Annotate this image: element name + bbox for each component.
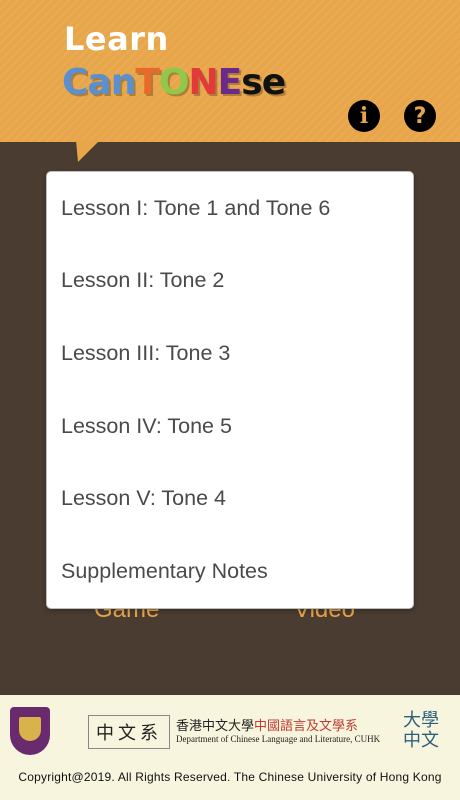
brand-letter: T (135, 62, 160, 103)
app-header: Learn CanTONEse i ? (0, 0, 460, 142)
dept-name-cn-red: 中國語言及文學系 (254, 719, 359, 734)
dept-seal-text: 中文系 (88, 715, 170, 749)
help-icon[interactable]: ? (404, 100, 436, 132)
dept-name-chinese: 香港中文大學中國語言及文學系 (176, 715, 358, 734)
brand-letter: n (110, 62, 137, 103)
brand-letter: E (217, 62, 243, 103)
right-logo-top: 大學 (403, 710, 439, 731)
brand-letter: C (62, 62, 88, 103)
menu-item-lesson-1[interactable]: Lesson I: Tone 1 and Tone 6 (47, 172, 413, 245)
footer: 中文系 香港中文大學中國語言及文學系 Department of Chinese… (0, 695, 460, 800)
menu-item-lesson-5[interactable]: Lesson V: Tone 4 (47, 462, 413, 535)
learn-title: Learn (64, 20, 169, 58)
university-chinese-logo: 大學 中文 (400, 711, 442, 755)
brand-letter: s (241, 62, 262, 103)
right-logo-bottom: 中文 (403, 730, 439, 751)
dept-name-english: Department of Chinese Language and Liter… (176, 734, 381, 744)
speech-bubble-tail (67, 140, 101, 162)
brand-letter: a (87, 62, 111, 103)
department-logo: 中文系 香港中文大學中國語言及文學系 Department of Chinese… (88, 715, 388, 749)
cantonese-logo: CanTONEse (62, 62, 286, 103)
brand-letter: N (188, 62, 219, 103)
menu-item-lesson-2[interactable]: Lesson II: Tone 2 (47, 245, 413, 318)
copyright-text: Copyright@2019. All Rights Reserved. The… (18, 770, 442, 784)
brand-letter: e (261, 62, 286, 103)
menu-item-supplementary-notes[interactable]: Supplementary Notes (47, 535, 413, 608)
menu-item-lesson-4[interactable]: Lesson IV: Tone 5 (47, 390, 413, 463)
cuhk-crest-logo (10, 707, 50, 755)
info-icon[interactable]: i (348, 100, 380, 132)
lesson-dropdown-menu: Lesson I: Tone 1 and Tone 6 Lesson II: T… (47, 172, 413, 608)
brand-letter: O (158, 62, 190, 103)
menu-item-lesson-3[interactable]: Lesson III: Tone 3 (47, 317, 413, 390)
dept-name-cn-black: 香港中文大學 (176, 719, 255, 734)
